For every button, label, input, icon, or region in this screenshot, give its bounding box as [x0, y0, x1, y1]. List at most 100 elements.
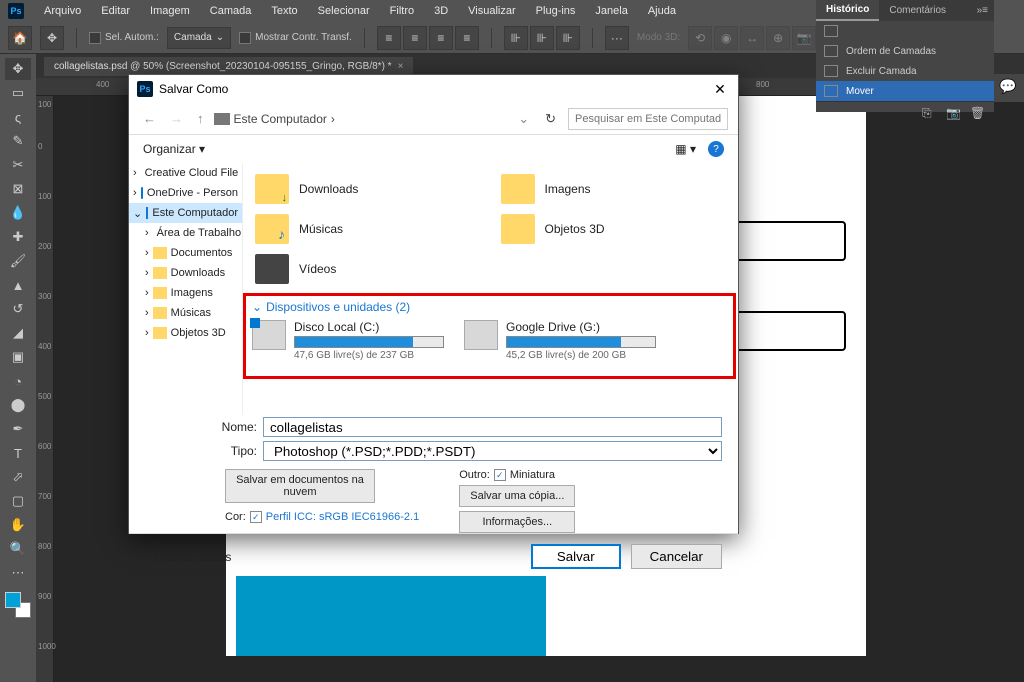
- tree-item[interactable]: ›Área de Trabalho: [129, 223, 242, 243]
- drive-c[interactable]: Disco Local (C:) 47,6 GB livre(s) de 237…: [252, 320, 444, 361]
- history-item[interactable]: Excluir Camada: [816, 61, 994, 81]
- info-button[interactable]: Informações...: [459, 511, 575, 533]
- icc-checkbox[interactable]: ✓: [250, 511, 262, 523]
- menu-item[interactable]: Imagem: [142, 3, 198, 19]
- wand-tool[interactable]: ✎: [5, 130, 31, 152]
- eyedropper-tool[interactable]: 💧: [5, 202, 31, 224]
- show-transform-checkbox[interactable]: Mostrar Contr. Transf.: [239, 32, 352, 44]
- folder-item[interactable]: Objetos 3D: [501, 211, 727, 247]
- edit-toolbar[interactable]: ⋯: [5, 562, 31, 584]
- tree-item[interactable]: ›Creative Cloud File: [129, 163, 242, 183]
- folder-item[interactable]: Vídeos: [255, 251, 481, 287]
- menu-item[interactable]: Ajuda: [640, 3, 684, 19]
- tree-item[interactable]: ›Downloads: [129, 263, 242, 283]
- shape-tool[interactable]: ▢: [5, 490, 31, 512]
- hide-folders-toggle[interactable]: ^ Ocultar pastas: [145, 550, 231, 564]
- menu-item[interactable]: Editar: [93, 3, 138, 19]
- name-label: Nome:: [213, 420, 263, 434]
- save-cloud-button[interactable]: Salvar em documentos na nuvem: [225, 469, 375, 503]
- delete-icon[interactable]: 🗑: [970, 106, 986, 122]
- folder-item[interactable]: Downloads: [255, 171, 481, 207]
- move-tool-icon[interactable]: ✥: [40, 26, 64, 50]
- document-tab[interactable]: collagelistas.psd @ 50% (Screenshot_2023…: [44, 57, 413, 76]
- view-options[interactable]: ▦ ▾: [675, 142, 696, 156]
- tree-item-this-pc[interactable]: ⌄Este Computador: [129, 203, 242, 223]
- menu-item[interactable]: Camada: [202, 3, 260, 19]
- tree-item[interactable]: ›OneDrive - Person: [129, 183, 242, 203]
- create-doc-icon[interactable]: ⎘: [922, 106, 938, 122]
- eraser-tool[interactable]: ◢: [5, 322, 31, 344]
- devices-header[interactable]: ⌄ Dispositivos e unidades (2): [252, 300, 727, 314]
- color-label: Cor:: [225, 511, 246, 523]
- comments-tab[interactable]: Comentários: [879, 1, 956, 20]
- drive-g[interactable]: Google Drive (G:) 45,2 GB livre(s) de 20…: [464, 320, 656, 361]
- menu-item[interactable]: Texto: [263, 3, 305, 19]
- filename-input[interactable]: [263, 417, 722, 437]
- history-item[interactable]: Ordem de Camadas: [816, 41, 994, 61]
- stamp-tool[interactable]: ▲: [5, 274, 31, 296]
- marquee-tool[interactable]: ▭: [5, 82, 31, 104]
- auto-select-checkbox[interactable]: Sel. Autom.:: [89, 32, 159, 44]
- save-button[interactable]: Salvar: [531, 544, 621, 569]
- history-brush-tool[interactable]: ↺: [5, 298, 31, 320]
- nav-fwd-icon[interactable]: →: [166, 111, 187, 126]
- tree-item[interactable]: ›Objetos 3D: [129, 323, 242, 343]
- history-item[interactable]: Mover: [816, 81, 994, 101]
- menu-item[interactable]: Arquivo: [36, 3, 89, 19]
- blur-tool[interactable]: ◔: [5, 370, 31, 392]
- menu-item[interactable]: Visualizar: [460, 3, 524, 19]
- distribute-group[interactable]: ⊪⊪⊪: [504, 26, 580, 50]
- hand-tool[interactable]: ✋: [5, 514, 31, 536]
- tree-item[interactable]: ›Músicas: [129, 303, 242, 323]
- snapshot-icon[interactable]: 📷: [946, 106, 962, 122]
- align-group[interactable]: ≡≡≡≡: [377, 26, 479, 50]
- path-tool[interactable]: ⬀: [5, 466, 31, 488]
- collapsed-panel[interactable]: 💬: [994, 74, 1024, 102]
- folder-item[interactable]: Imagens: [501, 171, 727, 207]
- crop-tool[interactable]: ✂: [5, 154, 31, 176]
- heal-tool[interactable]: ✚: [5, 226, 31, 248]
- menu-item[interactable]: Filtro: [382, 3, 422, 19]
- ruler-vertical: 100 0 100 200 300 400 500 600 700 800 90…: [36, 96, 54, 682]
- refresh-icon[interactable]: ↻: [539, 111, 562, 127]
- panel-menu-icon[interactable]: »≡: [971, 5, 994, 16]
- help-icon[interactable]: ?: [708, 141, 724, 157]
- nav-up-icon[interactable]: ↑: [193, 111, 208, 126]
- folder-item[interactable]: Músicas: [255, 211, 481, 247]
- nav-back-icon[interactable]: ←: [139, 111, 160, 126]
- pen-tool[interactable]: ✒: [5, 418, 31, 440]
- save-copy-button[interactable]: Salvar uma cópia...: [459, 485, 575, 507]
- more-options-icon[interactable]: ···: [605, 26, 629, 50]
- close-tab-icon[interactable]: ×: [398, 61, 404, 72]
- drive-icon: [252, 320, 286, 350]
- layer-dropdown[interactable]: Camada⌄: [167, 27, 231, 49]
- menu-item[interactable]: 3D: [426, 3, 456, 19]
- tree-item[interactable]: ›Documentos: [129, 243, 242, 263]
- move-tool[interactable]: ✥: [5, 58, 31, 80]
- breadcrumb[interactable]: Este Computador›: [214, 112, 509, 126]
- tree-item[interactable]: ›Imagens: [129, 283, 242, 303]
- history-tab[interactable]: Histórico: [816, 0, 879, 21]
- menu-item[interactable]: Selecionar: [310, 3, 378, 19]
- frame-tool[interactable]: ⊠: [5, 178, 31, 200]
- brush-tool[interactable]: 🖌: [5, 250, 31, 272]
- organize-dropdown[interactable]: Organizar ▾: [143, 142, 205, 156]
- icc-link[interactable]: Perfil ICC: sRGB IEC61966-2.1: [266, 511, 419, 523]
- type-tool[interactable]: T: [5, 442, 31, 464]
- color-swatch[interactable]: [5, 592, 31, 618]
- dodge-tool[interactable]: ⬤: [5, 394, 31, 416]
- search-input[interactable]: [568, 108, 728, 130]
- filetype-select[interactable]: Photoshop (*.PSD;*.PDD;*.PSDT): [263, 441, 722, 461]
- close-button[interactable]: ✕: [710, 79, 730, 99]
- history-item[interactable]: [816, 21, 994, 41]
- thumb-checkbox[interactable]: ✓: [494, 469, 506, 481]
- home-button[interactable]: 🏠: [8, 26, 32, 50]
- menu-item[interactable]: Plug-ins: [528, 3, 584, 19]
- gradient-tool[interactable]: ▣: [5, 346, 31, 368]
- menu-item[interactable]: Janela: [587, 3, 635, 19]
- cancel-button[interactable]: Cancelar: [631, 544, 722, 569]
- zoom-tool[interactable]: 🔍: [5, 538, 31, 560]
- other-label: Outro:: [459, 469, 490, 481]
- lasso-tool[interactable]: ς: [5, 106, 31, 128]
- breadcrumb-dropdown-icon[interactable]: ⌄: [514, 111, 533, 127]
